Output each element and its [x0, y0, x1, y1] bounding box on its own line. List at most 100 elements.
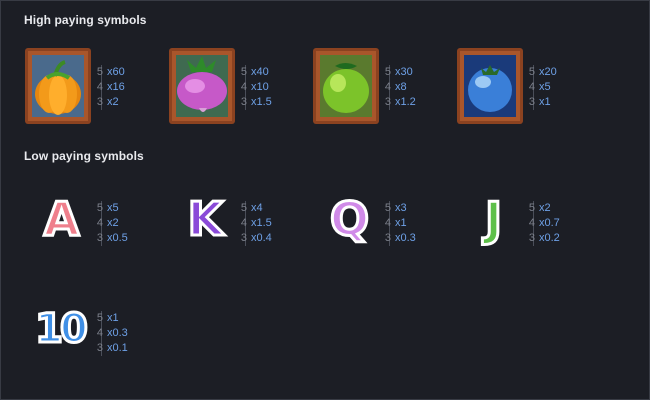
pay-multiplier: x0.7 [539, 217, 560, 229]
pay-multiplier: x0.1 [107, 342, 128, 354]
pay-count: 4 [96, 81, 103, 93]
pay-row: 3 x1.2 [385, 95, 416, 110]
pay-count: 5 [96, 66, 103, 78]
pay-row: 3 x1.5 [241, 95, 272, 110]
pay-row: 4 x1.5 [241, 216, 272, 231]
pay-count: 5 [528, 66, 535, 78]
pay-row: 5 x60 [97, 65, 125, 80]
pay-multiplier: x0.2 [539, 232, 560, 244]
turnip-icon [169, 45, 239, 129]
letter-q-icon: Q [313, 181, 383, 265]
pay-multiplier: x1 [395, 217, 407, 229]
pay-count: 3 [384, 232, 391, 244]
pay-row: 4 x2 [97, 216, 128, 231]
pay-multiplier: x8 [395, 81, 407, 93]
pay-multiplier: x3 [395, 202, 407, 214]
pay-multiplier: x4 [251, 202, 263, 214]
pay-row: 4 x10 [241, 80, 272, 95]
pay-count: 3 [528, 96, 535, 108]
pay-count: 4 [384, 217, 391, 229]
pay-row: 5 x20 [529, 65, 557, 80]
pay-row: 5 x4 [241, 201, 272, 216]
pay-multiplier: x10 [251, 81, 269, 93]
high_symbols.1-paytable: 5 x40 4 x10 3 x1.5 [241, 65, 272, 110]
pay-multiplier: x5 [539, 81, 551, 93]
pay-multiplier: x1 [107, 312, 119, 324]
letter-k-icon: K [169, 181, 239, 265]
pay-row: 4 x16 [97, 80, 125, 95]
pay-row: 4 x8 [385, 80, 416, 95]
pay-count: 5 [96, 202, 103, 214]
pay-multiplier: x0.5 [107, 232, 128, 244]
pay-row: 4 x0.3 [97, 326, 128, 341]
letter-a-icon: A [25, 181, 95, 265]
pay-count: 4 [96, 327, 103, 339]
pay-multiplier: x2 [107, 217, 119, 229]
pay-count: 3 [384, 96, 391, 108]
pay-count: 3 [240, 96, 247, 108]
pay-multiplier: x1 [539, 96, 551, 108]
pay-row: 5 x2 [529, 201, 560, 216]
pay-count: 3 [96, 342, 103, 354]
pay-count: 3 [528, 232, 535, 244]
pay-multiplier: x2 [539, 202, 551, 214]
pay-multiplier: x1.5 [251, 217, 272, 229]
number-10-glyph: 10 [34, 305, 90, 354]
pay-row: 5 x3 [385, 201, 416, 216]
pay-multiplier: x60 [107, 66, 125, 78]
pay-multiplier: x5 [107, 202, 119, 214]
pay-row: 3 x0.3 [385, 231, 416, 246]
pay-count: 4 [240, 217, 247, 229]
blueberry-icon [457, 45, 527, 129]
pay-count: 3 [240, 232, 247, 244]
symbol-blueberry: 5 x20 4 x5 3 x1 [457, 45, 650, 135]
pay-row: 4 x1 [385, 216, 416, 231]
pumpkin-icon [25, 45, 95, 129]
pay-count: 5 [528, 202, 535, 214]
high_symbols.3-paytable: 5 x20 4 x5 3 x1 [529, 65, 557, 110]
pay-multiplier: x0.3 [395, 232, 416, 244]
pay-count: 5 [384, 202, 391, 214]
pay-row: 5 x5 [97, 201, 128, 216]
pay-row: 4 x0.7 [529, 216, 560, 231]
pay-multiplier: x0.3 [107, 327, 128, 339]
letter-j-glyph: J [483, 191, 503, 248]
pay-count: 4 [384, 81, 391, 93]
letter-k-glyph: K [186, 191, 225, 248]
pay-multiplier: x20 [539, 66, 557, 78]
pay-multiplier: x40 [251, 66, 269, 78]
pay-count: 5 [240, 202, 247, 214]
symbol-10: 10 5 x1 4 x0.3 3 x0.1 [25, 291, 255, 381]
low_symbols.0-paytable: 5 x5 4 x2 3 x0.5 [97, 201, 128, 246]
symbol-j: J 5 x2 4 x0.7 3 x0.2 [457, 181, 650, 271]
pay-row: 3 x0.4 [241, 231, 272, 246]
high_symbols.2-paytable: 5 x30 4 x8 3 x1.2 [385, 65, 416, 110]
pay-count: 5 [240, 66, 247, 78]
pay-multiplier: x0.4 [251, 232, 272, 244]
pay-multiplier: x2 [107, 96, 119, 108]
pay-row: 5 x30 [385, 65, 416, 80]
pay-multiplier: x1.5 [251, 96, 272, 108]
low_symbols.3-paytable: 5 x2 4 x0.7 3 x0.2 [529, 201, 560, 246]
pay-row: 3 x0.2 [529, 231, 560, 246]
letter-q-glyph: Q [328, 191, 370, 248]
pay-count: 4 [96, 217, 103, 229]
pay-row: 5 x1 [97, 311, 128, 326]
pay-row: 4 x5 [529, 80, 557, 95]
pay-count: 4 [528, 217, 535, 229]
pay-count: 4 [240, 81, 247, 93]
pay-multiplier: x16 [107, 81, 125, 93]
pay-count: 5 [384, 66, 391, 78]
pay-multiplier: x1.2 [395, 96, 416, 108]
paytable-panel: High paying symbols 5 x60 4 x16 3 x2 5 x… [0, 0, 650, 400]
number-10-icon: 10 [25, 291, 95, 375]
pay-row: 3 x2 [97, 95, 125, 110]
pay-multiplier: x30 [395, 66, 413, 78]
pay-count: 5 [96, 312, 103, 324]
pay-count: 3 [96, 96, 103, 108]
pay-row: 3 x0.1 [97, 341, 128, 356]
pay-row: 3 x0.5 [97, 231, 128, 246]
pay-count: 4 [528, 81, 535, 93]
low_symbols.1-paytable: 5 x4 4 x1.5 3 x0.4 [241, 201, 272, 246]
high-paying-title: High paying symbols [24, 13, 147, 27]
